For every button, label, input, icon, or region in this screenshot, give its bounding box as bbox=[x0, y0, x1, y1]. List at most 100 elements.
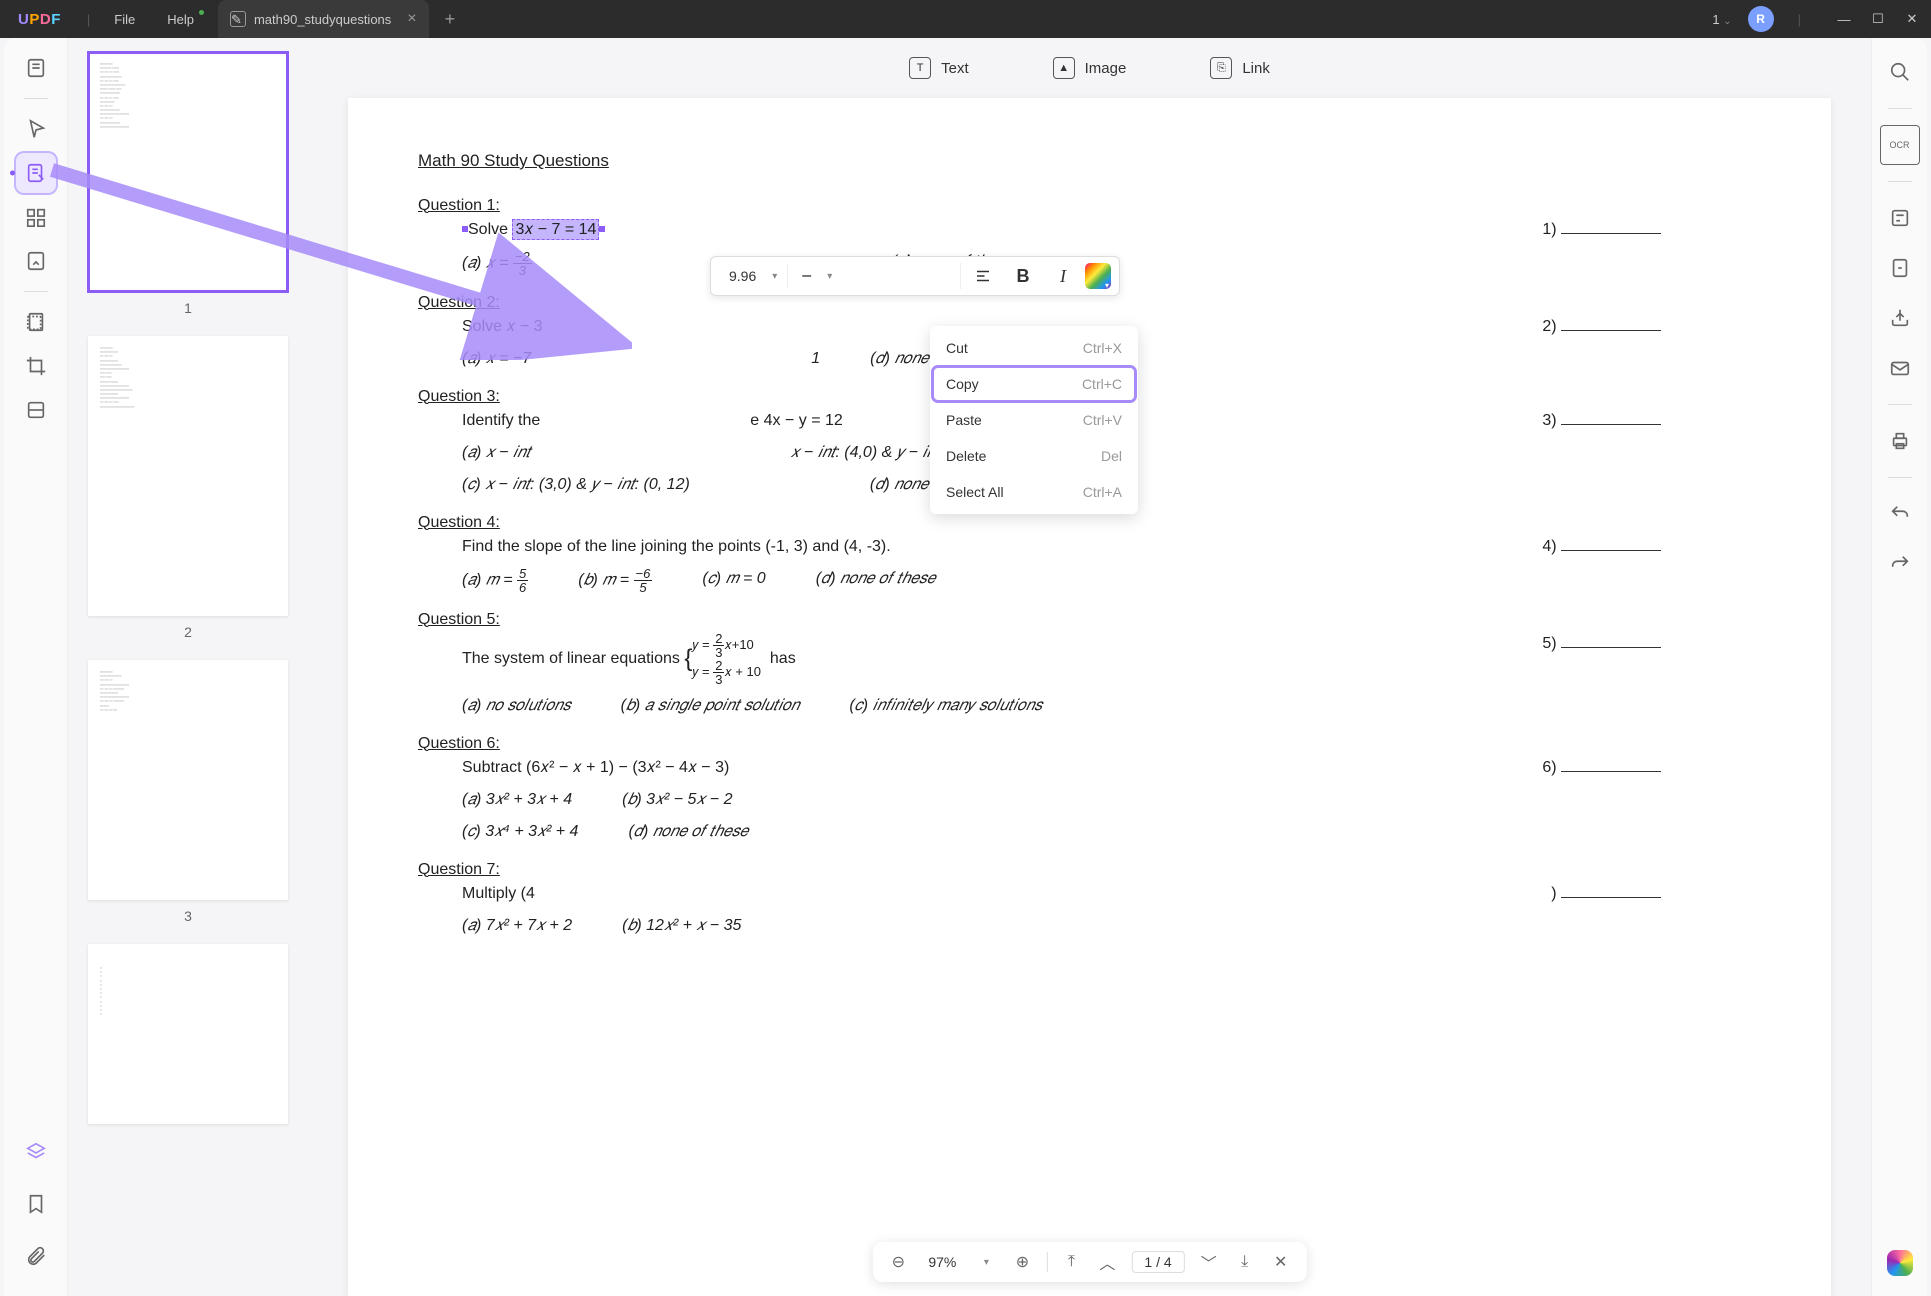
search-button[interactable] bbox=[1880, 52, 1920, 92]
ctx-delete[interactable]: DeleteDel bbox=[930, 438, 1138, 474]
question-text: Solve 3𝑥 − 7 = 14 1) bbox=[462, 218, 1761, 242]
ctx-select-all[interactable]: Select AllCtrl+A bbox=[930, 474, 1138, 510]
question-label: Question 1: bbox=[418, 194, 1761, 218]
close-window-button[interactable]: ✕ bbox=[1905, 12, 1919, 26]
zoom-in-button[interactable]: ⊕ bbox=[1010, 1250, 1034, 1274]
context-menu: CutCtrl+X CopyCtrl+C PasteCtrl+V DeleteD… bbox=[930, 326, 1138, 514]
email-button[interactable] bbox=[1880, 348, 1920, 388]
last-page-button[interactable]: ⤓ bbox=[1233, 1250, 1257, 1274]
selected-text[interactable]: 3𝑥 − 7 = 14 bbox=[512, 219, 599, 240]
link-icon: ⎘ bbox=[1210, 57, 1232, 79]
menu-file[interactable]: File bbox=[98, 12, 151, 27]
page-number: 3 bbox=[86, 908, 290, 924]
ctx-cut[interactable]: CutCtrl+X bbox=[930, 330, 1138, 366]
attachment-button[interactable] bbox=[16, 1236, 56, 1276]
question-label: Question 7: bbox=[418, 858, 1761, 882]
answer-a: (𝑎) 𝑛𝑜 𝑠𝑜𝑙𝑢𝑡𝑖𝑜𝑛𝑠 bbox=[462, 694, 571, 718]
redo-button[interactable] bbox=[1880, 544, 1920, 584]
protect-button[interactable] bbox=[1880, 248, 1920, 288]
minimize-button[interactable]: — bbox=[1837, 12, 1851, 26]
bold-button[interactable]: B bbox=[1005, 260, 1041, 292]
share-button[interactable] bbox=[1880, 298, 1920, 338]
zoom-page-toolbar: ⊖ 97% ▾ ⊕ ⤒ ︿ 1 / 4 ﹀ ⤓ ✕ bbox=[872, 1242, 1306, 1282]
thumbnail-panel: ━━━━━━━━━━━━━ ━━━━━━ ━━ ━━ ━━━━━━━━━━━━━… bbox=[68, 38, 308, 1296]
first-page-button[interactable]: ⤒ bbox=[1059, 1250, 1083, 1274]
separator: | bbox=[87, 12, 90, 27]
image-tool[interactable]: ▲Image bbox=[1041, 49, 1139, 87]
text-tool[interactable]: TText bbox=[897, 49, 981, 87]
page-indicator[interactable]: 1 ⌄ bbox=[1712, 12, 1731, 27]
next-page-button[interactable]: ﹀ bbox=[1197, 1250, 1221, 1274]
answer-a: (𝑎) 𝑥 = −7 bbox=[462, 347, 531, 371]
zoom-level: 97% bbox=[922, 1254, 962, 1270]
page-tool[interactable] bbox=[16, 302, 56, 342]
layers-button[interactable] bbox=[16, 1132, 56, 1172]
app-logo: UPDF bbox=[18, 11, 61, 28]
italic-button[interactable]: I bbox=[1045, 260, 1081, 292]
font-family-dropdown[interactable]: –▾ bbox=[792, 263, 961, 289]
answer-a: (𝑎) 7𝑥² + 7𝑥 + 2 bbox=[462, 914, 572, 938]
align-button[interactable] bbox=[965, 260, 1001, 292]
image-icon: ▲ bbox=[1053, 57, 1075, 79]
comment-tool[interactable] bbox=[16, 109, 56, 149]
crop-tool[interactable] bbox=[16, 346, 56, 386]
answer-b: (𝑏) 𝑎 𝑠𝑖𝑛𝑔𝑙𝑒 𝑝𝑜𝑖𝑛𝑡 𝑠𝑜𝑙𝑢𝑡𝑖𝑜𝑛 bbox=[621, 694, 800, 718]
organize-tool[interactable] bbox=[16, 197, 56, 237]
close-tab-button[interactable]: × bbox=[407, 10, 416, 28]
document-title: Math 90 Study Questions bbox=[418, 148, 1761, 174]
prev-page-button[interactable]: ︿ bbox=[1095, 1250, 1119, 1274]
new-tab-button[interactable]: + bbox=[445, 9, 456, 30]
thumbnail-page-3[interactable]: ━━━━━━━━━━━━━━━━━━━━━ ━━ ━━━━━━━━━━━━━━━… bbox=[88, 660, 288, 900]
link-tool[interactable]: ⎘Link bbox=[1198, 49, 1282, 87]
answer-c: (𝑐) 𝑥 − 𝑖𝑛𝑡: (3,0) & 𝑦 − 𝑖𝑛𝑡: (0, 12) bbox=[462, 473, 690, 497]
bookmark-button[interactable] bbox=[16, 1184, 56, 1224]
edit-tool[interactable] bbox=[16, 153, 56, 193]
answer-b: (𝑏) 𝑚 = −65 bbox=[578, 567, 652, 594]
page-input[interactable]: 1 / 4 bbox=[1131, 1251, 1184, 1273]
thumbnail-page-4[interactable]: ━━━━━━━━━━━━ bbox=[88, 944, 288, 1124]
question-label: Question 4: bbox=[418, 511, 1761, 535]
page-number: 2 bbox=[86, 624, 290, 640]
document-tab[interactable]: ✎ math90_studyquestions × bbox=[218, 0, 429, 38]
page-number: 1 bbox=[86, 300, 290, 316]
question-label: Question 5: bbox=[418, 608, 1761, 632]
answer-c: (𝑐) 𝑚 = 0 bbox=[702, 567, 765, 594]
answer-a: (𝑎) 𝑚 = 56 bbox=[462, 567, 528, 594]
zoom-dropdown[interactable]: ▾ bbox=[974, 1250, 998, 1274]
question-text: The system of linear equations {𝑦 = 23𝑥+… bbox=[462, 632, 1761, 686]
undo-button[interactable] bbox=[1880, 494, 1920, 534]
answer-a: (𝑎) 𝑥 = −23 bbox=[462, 250, 532, 277]
answer-a: (𝑎) 𝑥 − 𝑖𝑛𝑡 bbox=[462, 441, 531, 465]
menu-help[interactable]: Help bbox=[151, 12, 210, 27]
font-size-dropdown[interactable]: 9.96▾ bbox=[719, 264, 788, 288]
question-text: Find the slope of the line joining the p… bbox=[462, 535, 1761, 559]
fill-sign-tool[interactable] bbox=[16, 241, 56, 281]
answer-b: (𝑏) 3𝑥² − 5𝑥 − 2 bbox=[622, 788, 732, 812]
close-toolbar-button[interactable]: ✕ bbox=[1269, 1250, 1293, 1274]
ctx-copy[interactable]: CopyCtrl+C bbox=[934, 368, 1134, 400]
text-icon: T bbox=[909, 57, 931, 79]
ctx-paste[interactable]: PasteCtrl+V bbox=[930, 402, 1138, 438]
answer-d: (𝑑) 𝑛𝑜𝑛𝑒 𝑜𝑓 𝑡ℎ𝑒𝑠𝑒 bbox=[816, 567, 936, 594]
thumbnail-page-1[interactable]: ━━━━━━━━━━━━━ ━━━━━━ ━━ ━━ ━━━━━━━━━━━━━… bbox=[88, 52, 288, 292]
text-edit-toolbar: 9.96▾ –▾ B I bbox=[710, 256, 1120, 296]
ai-assistant-button[interactable] bbox=[1887, 1250, 1913, 1276]
answer-partial: 1 bbox=[811, 347, 820, 371]
zoom-out-button[interactable]: ⊖ bbox=[886, 1250, 910, 1274]
question-text: Subtract (6𝑥² − 𝑥 + 1) − (3𝑥² − 4𝑥 − 3) … bbox=[462, 756, 1761, 780]
answer-c: (𝑐) 𝑖𝑛𝑓𝑖𝑛𝑖𝑡𝑒𝑙𝑦 𝑚𝑎𝑛𝑦 𝑠𝑜𝑙𝑢𝑡𝑖𝑜𝑛𝑠 bbox=[849, 694, 1042, 718]
ocr-button[interactable]: OCR bbox=[1880, 125, 1920, 165]
user-avatar[interactable]: R bbox=[1748, 6, 1774, 32]
thumbnail-page-2[interactable]: ━━━━━━━━━━━━━━━━━━━ ━━ ━━━━━━━━━━━━━━━━━… bbox=[88, 336, 288, 616]
question-label: Question 6: bbox=[418, 732, 1761, 756]
answer-a: (𝑎) 3𝑥² + 3𝑥 + 4 bbox=[462, 788, 572, 812]
answer-b: (𝑏) 12𝑥² + 𝑥 − 35 bbox=[622, 914, 741, 938]
answer-d: (𝑑) 𝑛𝑜𝑛𝑒 𝑜𝑓 𝑡ℎ𝑒𝑠𝑒 bbox=[628, 820, 748, 844]
color-picker-button[interactable] bbox=[1085, 263, 1111, 289]
form-button[interactable] bbox=[1880, 198, 1920, 238]
maximize-button[interactable]: ☐ bbox=[1871, 12, 1885, 26]
print-button[interactable] bbox=[1880, 421, 1920, 461]
redact-tool[interactable] bbox=[16, 390, 56, 430]
reader-tool[interactable] bbox=[16, 48, 56, 88]
question-text: Multiply (4 ) bbox=[462, 882, 1761, 906]
